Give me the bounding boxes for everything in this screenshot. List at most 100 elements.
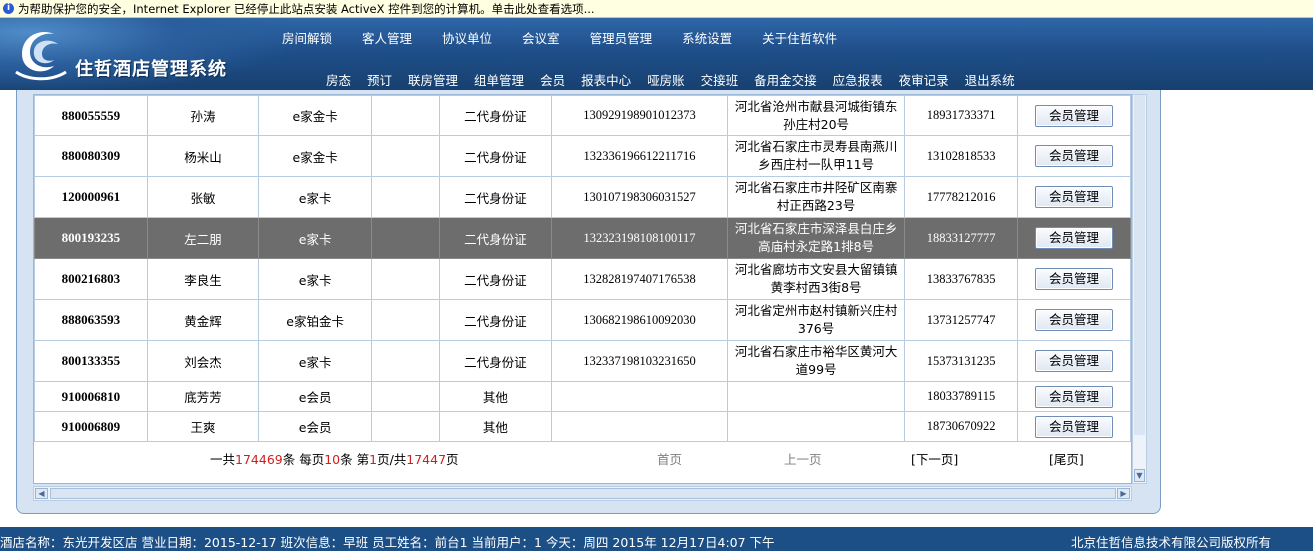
table-row[interactable]: 888063593 黄金辉 e家铂金卡 二代身份证 130682198610092030… bbox=[34, 299, 1131, 341]
table-row[interactable]: 880055559 孙涛 e家金卡 二代身份证 130929198901012373 河北… bbox=[34, 95, 1131, 136]
id-number: 132336196612211716 bbox=[551, 135, 728, 177]
menu-meeting-room[interactable]: 会议室 bbox=[522, 28, 560, 47]
member-phone: 13731257747 bbox=[904, 299, 1019, 341]
member-phone: 17778212016 bbox=[904, 176, 1019, 218]
member-card-number: 910006809 bbox=[34, 411, 148, 442]
menu-night-audit[interactable]: 夜审记录 bbox=[899, 70, 949, 89]
menu-group-orders[interactable]: 组单管理 bbox=[474, 70, 524, 89]
member-card-number: 910006810 bbox=[34, 381, 148, 412]
member-manage-button[interactable]: 会员管理 bbox=[1035, 309, 1114, 331]
table-row[interactable]: 800216803 李良生 e家卡 二代身份证 132828197407176538 河北… bbox=[34, 258, 1131, 300]
member-phone: 13833767835 bbox=[904, 258, 1019, 300]
member-extra bbox=[370, 258, 440, 300]
member-extra bbox=[370, 299, 440, 341]
member-manage-button[interactable]: 会员管理 bbox=[1035, 227, 1114, 249]
member-extra bbox=[370, 340, 440, 382]
member-manage-button[interactable]: 会员管理 bbox=[1035, 268, 1114, 290]
pagination-summary: 一共174469条 每页10条 第1页/共17447页 bbox=[210, 452, 459, 467]
menu-shift-handover[interactable]: 交接班 bbox=[701, 70, 739, 89]
menu-reservation[interactable]: 预订 bbox=[367, 70, 392, 89]
id-type: 二代身份证 bbox=[438, 176, 553, 218]
action-cell: 会员管理 bbox=[1017, 411, 1131, 442]
member-name: 刘会杰 bbox=[146, 340, 260, 382]
member-manage-button[interactable]: 会员管理 bbox=[1035, 186, 1114, 208]
infobar-message[interactable]: 为帮助保护您的安全，Internet Explorer 已经停止此站点安装 Ac… bbox=[18, 1, 595, 17]
member-name: 李良生 bbox=[146, 258, 260, 300]
id-type: 其他 bbox=[438, 411, 553, 442]
member-address: 河北省沧州市献县河城街镇东孙庄村20号 bbox=[726, 95, 906, 136]
id-number: 132337198103231650 bbox=[551, 340, 728, 382]
member-name: 孙涛 bbox=[146, 95, 260, 136]
table-row[interactable]: 910006809 王爽 e会员 其他 18730670922 会员管理 bbox=[34, 411, 1131, 442]
menu-about[interactable]: 关于住哲软件 bbox=[762, 28, 837, 47]
action-cell: 会员管理 bbox=[1017, 381, 1131, 412]
member-address: 河北省石家庄市深泽县白庄乡高庙村永定路1排8号 bbox=[726, 217, 906, 259]
id-number bbox=[551, 411, 728, 442]
member-extra bbox=[370, 381, 440, 412]
vertical-scrollbar[interactable]: ▼ bbox=[1132, 94, 1147, 484]
menu-room-unlock[interactable]: 房间解锁 bbox=[282, 28, 332, 47]
member-card-number: 120000961 bbox=[34, 176, 148, 218]
member-manage-button[interactable]: 会员管理 bbox=[1035, 350, 1114, 372]
menu-guest-management[interactable]: 客人管理 bbox=[362, 28, 412, 47]
member-card-type: e家卡 bbox=[258, 258, 372, 300]
member-card-number: 880080309 bbox=[34, 135, 148, 177]
prev-page-link[interactable]: 上一页 bbox=[784, 449, 822, 468]
table-row[interactable]: 800133355 刘会杰 e家卡 二代身份证 132337198103231650 河北… bbox=[34, 340, 1131, 382]
ie-information-bar[interactable]: i 为帮助保护您的安全，Internet Explorer 已经停止此站点安装 … bbox=[0, 0, 1313, 18]
table-row[interactable]: 910006810 底芳芳 e会员 其他 18033789115 会员管理 bbox=[34, 381, 1131, 412]
copyright: 北京住哲信息技术有限公司版权所有 bbox=[1070, 535, 1271, 550]
menu-emergency-reports[interactable]: 应急报表 bbox=[833, 70, 883, 89]
member-name: 左二朋 bbox=[146, 217, 260, 259]
menu-admin-management[interactable]: 管理员管理 bbox=[590, 28, 653, 47]
member-name: 张敏 bbox=[146, 176, 260, 218]
member-phone: 13102818533 bbox=[904, 135, 1019, 177]
id-number: 130929198901012373 bbox=[551, 95, 728, 136]
menu-agreement-units[interactable]: 协议单位 bbox=[442, 28, 492, 47]
member-extra bbox=[370, 176, 440, 218]
action-cell: 会员管理 bbox=[1017, 299, 1131, 341]
menu-logout[interactable]: 退出系统 bbox=[965, 70, 1015, 89]
menu-dummy-accounts[interactable]: 哑房账 bbox=[647, 70, 685, 89]
logo-icon bbox=[15, 32, 67, 81]
member-card-type: e家卡 bbox=[258, 176, 372, 218]
table-row[interactable]: 800193235 左二朋 e家卡 二代身份证 132323198108100117 河北… bbox=[34, 217, 1131, 259]
scroll-right-arrow-icon[interactable]: ▶ bbox=[1117, 488, 1130, 499]
menu-petty-cash-handover[interactable]: 备用金交接 bbox=[754, 70, 817, 89]
member-manage-button[interactable]: 会员管理 bbox=[1035, 145, 1114, 167]
menu-members[interactable]: 会员 bbox=[540, 70, 565, 89]
status-info: 酒店名称：东光开发区店 营业日期：2015-12-17 班次信息：早班 员工姓名… bbox=[0, 535, 775, 550]
member-address: 河北省石家庄市灵寿县南燕川乡西庄村一队甲11号 bbox=[726, 135, 906, 177]
pagination: 一共174469条 每页10条 第1页/共17447页 首页 上一页 [下一页]… bbox=[34, 441, 1131, 471]
horizontal-scrollbar[interactable]: ◀ ▶ bbox=[33, 486, 1132, 501]
scroll-down-arrow-icon[interactable]: ▼ bbox=[1134, 469, 1145, 482]
action-cell: 会员管理 bbox=[1017, 135, 1131, 177]
table-row[interactable]: 120000961 张敏 e家卡 二代身份证 130107198306031527 河北省… bbox=[34, 176, 1131, 218]
member-name: 杨米山 bbox=[146, 135, 260, 177]
member-list-panel: 880055559 孙涛 e家金卡 二代身份证 130929198901012373 河北… bbox=[33, 94, 1132, 484]
id-number: 130682198610092030 bbox=[551, 299, 728, 341]
shield-icon: i bbox=[3, 3, 14, 14]
member-manage-button[interactable]: 会员管理 bbox=[1035, 385, 1114, 408]
member-phone: 18931733371 bbox=[904, 95, 1019, 136]
member-manage-button[interactable]: 会员管理 bbox=[1035, 104, 1114, 127]
member-manage-button[interactable]: 会员管理 bbox=[1035, 415, 1114, 438]
member-address: 河北省石家庄市裕华区黄河大道99号 bbox=[726, 340, 906, 382]
status-bar: 酒店名称：东光开发区店 营业日期：2015-12-17 班次信息：早班 员工姓名… bbox=[0, 527, 1313, 551]
member-card-type: e家卡 bbox=[258, 217, 372, 259]
menu-room-status[interactable]: 房态 bbox=[326, 70, 351, 89]
scroll-left-arrow-icon[interactable]: ◀ bbox=[35, 488, 48, 499]
action-cell: 会员管理 bbox=[1017, 258, 1131, 300]
next-page-link[interactable]: [下一页] bbox=[911, 449, 958, 468]
member-card-type: e家金卡 bbox=[258, 135, 372, 177]
menu-system-settings[interactable]: 系统设置 bbox=[682, 28, 732, 47]
member-card-type: e会员 bbox=[258, 411, 372, 442]
id-type: 二代身份证 bbox=[438, 95, 553, 136]
menu-report-center[interactable]: 报表中心 bbox=[581, 70, 631, 89]
app-title: 住哲酒店管理系统 bbox=[75, 59, 227, 80]
secondary-menu: 房态 预订 联房管理 组单管理 会员 报表中心 哑房账 交接班 备用金交接 应急… bbox=[326, 70, 1015, 89]
table-row[interactable]: 880080309 杨米山 e家金卡 二代身份证 132336196612211716 河… bbox=[34, 135, 1131, 177]
menu-linked-rooms[interactable]: 联房管理 bbox=[408, 70, 458, 89]
last-page-link[interactable]: [尾页] bbox=[1049, 449, 1084, 468]
first-page-link[interactable]: 首页 bbox=[657, 449, 682, 468]
